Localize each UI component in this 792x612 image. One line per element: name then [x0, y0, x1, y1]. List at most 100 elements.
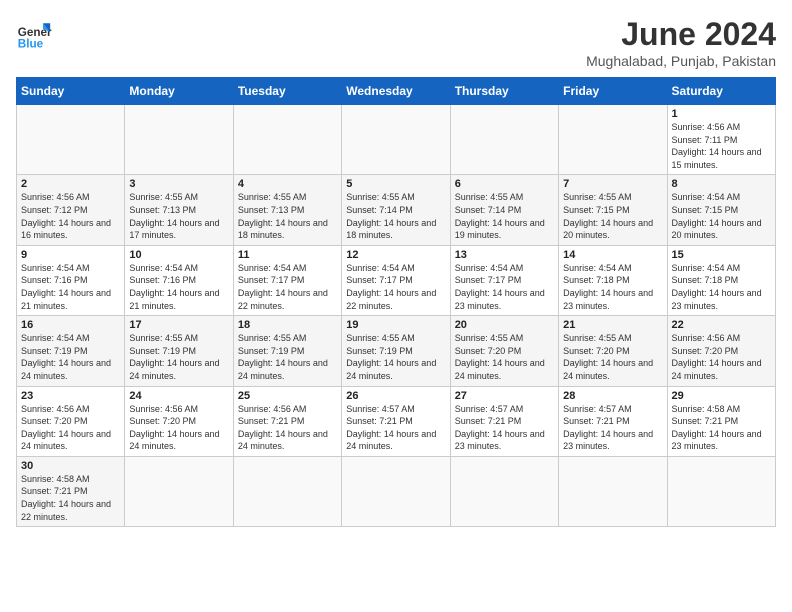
calendar-cell: 14Sunrise: 4:54 AM Sunset: 7:18 PM Dayli… [559, 245, 667, 315]
calendar-cell [233, 105, 341, 175]
calendar-cell: 10Sunrise: 4:54 AM Sunset: 7:16 PM Dayli… [125, 245, 233, 315]
calendar-cell [450, 105, 558, 175]
cell-info: Sunrise: 4:56 AM Sunset: 7:20 PM Dayligh… [21, 403, 120, 453]
cell-info: Sunrise: 4:54 AM Sunset: 7:18 PM Dayligh… [563, 262, 662, 312]
weekday-header-saturday: Saturday [667, 78, 775, 105]
calendar-cell: 26Sunrise: 4:57 AM Sunset: 7:21 PM Dayli… [342, 386, 450, 456]
day-number: 24 [129, 390, 228, 402]
calendar-cell: 9Sunrise: 4:54 AM Sunset: 7:16 PM Daylig… [17, 245, 125, 315]
cell-info: Sunrise: 4:54 AM Sunset: 7:17 PM Dayligh… [238, 262, 337, 312]
cell-info: Sunrise: 4:55 AM Sunset: 7:15 PM Dayligh… [563, 191, 662, 241]
day-number: 3 [129, 178, 228, 190]
cell-info: Sunrise: 4:55 AM Sunset: 7:19 PM Dayligh… [346, 332, 445, 382]
cell-info: Sunrise: 4:55 AM Sunset: 7:20 PM Dayligh… [563, 332, 662, 382]
weekday-header-monday: Monday [125, 78, 233, 105]
day-number: 30 [21, 460, 120, 472]
header: General Blue June 2024 Mughalabad, Punja… [16, 16, 776, 69]
day-number: 4 [238, 178, 337, 190]
day-number: 20 [455, 319, 554, 331]
month-title: June 2024 [586, 16, 776, 53]
weekday-header-wednesday: Wednesday [342, 78, 450, 105]
cell-info: Sunrise: 4:57 AM Sunset: 7:21 PM Dayligh… [563, 403, 662, 453]
week-row-1: 2Sunrise: 4:56 AM Sunset: 7:12 PM Daylig… [17, 175, 776, 245]
logo-icon: General Blue [16, 16, 52, 52]
svg-text:Blue: Blue [18, 38, 44, 51]
calendar-cell: 2Sunrise: 4:56 AM Sunset: 7:12 PM Daylig… [17, 175, 125, 245]
calendar-cell [667, 456, 775, 526]
calendar-cell: 24Sunrise: 4:56 AM Sunset: 7:20 PM Dayli… [125, 386, 233, 456]
logo: General Blue [16, 16, 52, 52]
cell-info: Sunrise: 4:55 AM Sunset: 7:13 PM Dayligh… [129, 191, 228, 241]
cell-info: Sunrise: 4:55 AM Sunset: 7:14 PM Dayligh… [346, 191, 445, 241]
week-row-3: 16Sunrise: 4:54 AM Sunset: 7:19 PM Dayli… [17, 316, 776, 386]
day-number: 5 [346, 178, 445, 190]
day-number: 29 [672, 390, 771, 402]
day-number: 23 [21, 390, 120, 402]
calendar-cell: 16Sunrise: 4:54 AM Sunset: 7:19 PM Dayli… [17, 316, 125, 386]
cell-info: Sunrise: 4:58 AM Sunset: 7:21 PM Dayligh… [21, 473, 120, 523]
calendar-cell: 1Sunrise: 4:56 AM Sunset: 7:11 PM Daylig… [667, 105, 775, 175]
day-number: 15 [672, 249, 771, 261]
weekday-header-row: SundayMondayTuesdayWednesdayThursdayFrid… [17, 78, 776, 105]
day-number: 14 [563, 249, 662, 261]
calendar-cell: 8Sunrise: 4:54 AM Sunset: 7:15 PM Daylig… [667, 175, 775, 245]
day-number: 26 [346, 390, 445, 402]
cell-info: Sunrise: 4:54 AM Sunset: 7:17 PM Dayligh… [346, 262, 445, 312]
calendar-cell [342, 105, 450, 175]
calendar-cell: 5Sunrise: 4:55 AM Sunset: 7:14 PM Daylig… [342, 175, 450, 245]
cell-info: Sunrise: 4:57 AM Sunset: 7:21 PM Dayligh… [346, 403, 445, 453]
day-number: 9 [21, 249, 120, 261]
calendar-cell: 17Sunrise: 4:55 AM Sunset: 7:19 PM Dayli… [125, 316, 233, 386]
weekday-header-sunday: Sunday [17, 78, 125, 105]
cell-info: Sunrise: 4:54 AM Sunset: 7:16 PM Dayligh… [21, 262, 120, 312]
day-number: 12 [346, 249, 445, 261]
weekday-header-thursday: Thursday [450, 78, 558, 105]
week-row-4: 23Sunrise: 4:56 AM Sunset: 7:20 PM Dayli… [17, 386, 776, 456]
calendar-cell [17, 105, 125, 175]
cell-info: Sunrise: 4:58 AM Sunset: 7:21 PM Dayligh… [672, 403, 771, 453]
day-number: 25 [238, 390, 337, 402]
cell-info: Sunrise: 4:57 AM Sunset: 7:21 PM Dayligh… [455, 403, 554, 453]
day-number: 18 [238, 319, 337, 331]
location: Mughalabad, Punjab, Pakistan [586, 53, 776, 69]
day-number: 21 [563, 319, 662, 331]
calendar-cell: 20Sunrise: 4:55 AM Sunset: 7:20 PM Dayli… [450, 316, 558, 386]
cell-info: Sunrise: 4:55 AM Sunset: 7:19 PM Dayligh… [238, 332, 337, 382]
weekday-header-friday: Friday [559, 78, 667, 105]
calendar-cell: 11Sunrise: 4:54 AM Sunset: 7:17 PM Dayli… [233, 245, 341, 315]
weekday-header-tuesday: Tuesday [233, 78, 341, 105]
day-number: 19 [346, 319, 445, 331]
day-number: 13 [455, 249, 554, 261]
calendar-cell: 7Sunrise: 4:55 AM Sunset: 7:15 PM Daylig… [559, 175, 667, 245]
calendar-cell: 23Sunrise: 4:56 AM Sunset: 7:20 PM Dayli… [17, 386, 125, 456]
week-row-2: 9Sunrise: 4:54 AM Sunset: 7:16 PM Daylig… [17, 245, 776, 315]
calendar-cell: 25Sunrise: 4:56 AM Sunset: 7:21 PM Dayli… [233, 386, 341, 456]
day-number: 8 [672, 178, 771, 190]
cell-info: Sunrise: 4:54 AM Sunset: 7:17 PM Dayligh… [455, 262, 554, 312]
day-number: 28 [563, 390, 662, 402]
calendar-cell: 12Sunrise: 4:54 AM Sunset: 7:17 PM Dayli… [342, 245, 450, 315]
calendar-cell: 18Sunrise: 4:55 AM Sunset: 7:19 PM Dayli… [233, 316, 341, 386]
cell-info: Sunrise: 4:56 AM Sunset: 7:11 PM Dayligh… [672, 121, 771, 171]
calendar-cell: 19Sunrise: 4:55 AM Sunset: 7:19 PM Dayli… [342, 316, 450, 386]
calendar-cell: 30Sunrise: 4:58 AM Sunset: 7:21 PM Dayli… [17, 456, 125, 526]
calendar-cell [559, 456, 667, 526]
calendar-cell: 6Sunrise: 4:55 AM Sunset: 7:14 PM Daylig… [450, 175, 558, 245]
week-row-0: 1Sunrise: 4:56 AM Sunset: 7:11 PM Daylig… [17, 105, 776, 175]
cell-info: Sunrise: 4:56 AM Sunset: 7:12 PM Dayligh… [21, 191, 120, 241]
day-number: 2 [21, 178, 120, 190]
cell-info: Sunrise: 4:54 AM Sunset: 7:19 PM Dayligh… [21, 332, 120, 382]
calendar-cell: 21Sunrise: 4:55 AM Sunset: 7:20 PM Dayli… [559, 316, 667, 386]
day-number: 11 [238, 249, 337, 261]
cell-info: Sunrise: 4:55 AM Sunset: 7:19 PM Dayligh… [129, 332, 228, 382]
calendar-cell: 3Sunrise: 4:55 AM Sunset: 7:13 PM Daylig… [125, 175, 233, 245]
day-number: 6 [455, 178, 554, 190]
day-number: 7 [563, 178, 662, 190]
day-number: 27 [455, 390, 554, 402]
calendar-table: SundayMondayTuesdayWednesdayThursdayFrid… [16, 77, 776, 527]
calendar-cell [125, 105, 233, 175]
day-number: 22 [672, 319, 771, 331]
calendar-cell: 15Sunrise: 4:54 AM Sunset: 7:18 PM Dayli… [667, 245, 775, 315]
calendar-cell [125, 456, 233, 526]
calendar-cell [342, 456, 450, 526]
